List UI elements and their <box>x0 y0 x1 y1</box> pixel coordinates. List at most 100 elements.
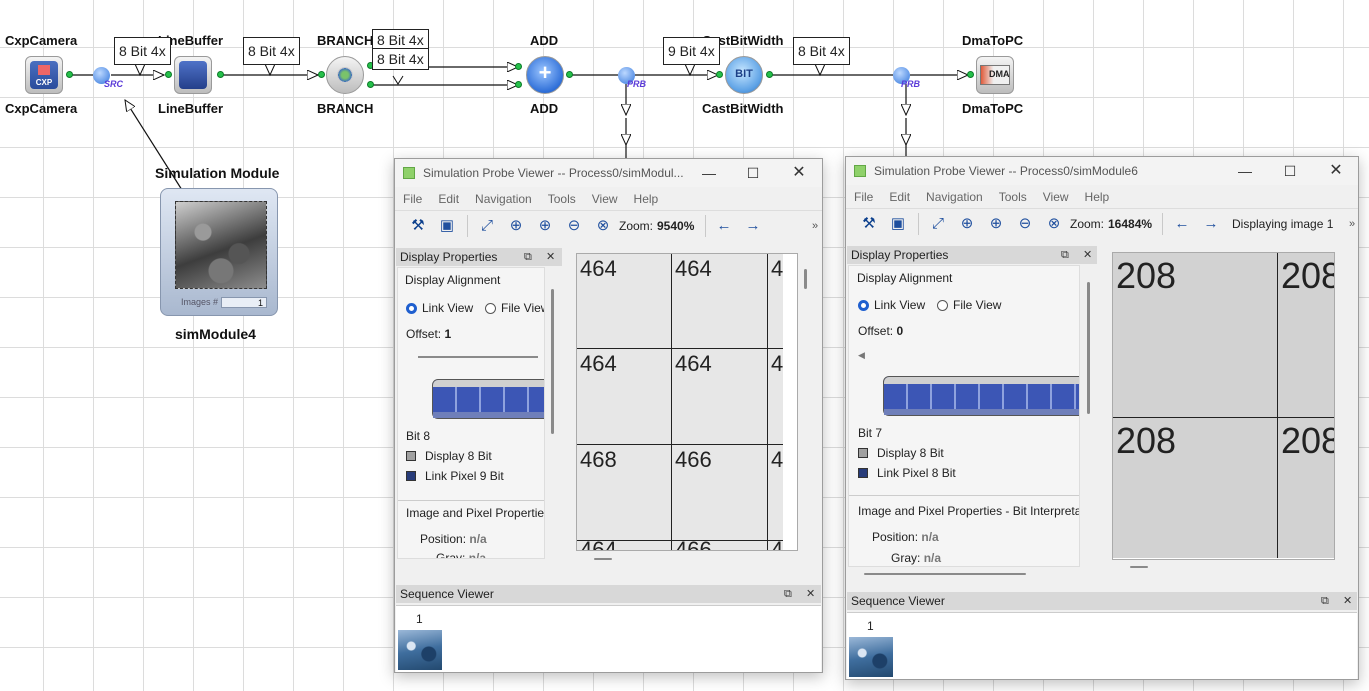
menu-help[interactable]: Help <box>634 189 659 209</box>
restore-icon[interactable]: ⧉ <box>524 248 532 266</box>
cast-bit-width-module[interactable]: BIT <box>725 56 763 94</box>
line-buffer-in-port[interactable] <box>165 71 172 78</box>
close-icon[interactable]: ✕ <box>1322 161 1350 181</box>
properties-scrollbar[interactable] <box>551 289 554 434</box>
file-view-radio[interactable]: File View <box>485 301 544 315</box>
minimize-icon[interactable]: — <box>695 163 723 183</box>
save-icon[interactable]: ▣ <box>889 215 907 233</box>
pixel-view[interactable]: 464 464 464 464 464 466 468 466 464 464 … <box>576 253 798 551</box>
offset-slider[interactable] <box>418 356 538 358</box>
position-row: Position: n/a <box>420 532 487 546</box>
close-icon[interactable]: ✕ <box>806 585 815 603</box>
cxp-camera-module[interactable]: CXP <box>25 56 63 94</box>
offset-slider-arrow-icon[interactable]: ◀ <box>858 350 865 361</box>
arrow-right-icon[interactable]: → <box>744 217 762 235</box>
divider <box>398 500 544 501</box>
zoom-close-icon[interactable]: ⊗ <box>594 217 612 235</box>
pixel-scrollbar-h[interactable] <box>1130 566 1148 568</box>
sim-images-label: Images # <box>181 297 219 307</box>
cast-bit-width-in-port[interactable] <box>716 71 723 78</box>
arrow-left-icon[interactable]: ← <box>715 217 733 235</box>
close-icon[interactable]: ✕ <box>1083 246 1092 264</box>
line-buffer-out-port[interactable] <box>217 71 224 78</box>
menu-help[interactable]: Help <box>1085 187 1110 207</box>
zoom-out-icon[interactable]: ⊖ <box>565 217 583 235</box>
save-icon[interactable]: ▣ <box>438 217 456 235</box>
zoom-reset-icon[interactable]: ⊕ <box>507 217 525 235</box>
menu-tools[interactable]: Tools <box>548 189 576 209</box>
menu-edit[interactable]: Edit <box>438 189 459 209</box>
legend-link: Link Pixel 9 Bit <box>406 469 504 483</box>
pixel-scrollbar-h[interactable] <box>594 558 612 560</box>
link-view-radio[interactable]: Link View <box>406 301 473 315</box>
arrow-left-icon[interactable]: ← <box>1173 215 1191 233</box>
close-icon[interactable]: ✕ <box>785 163 813 183</box>
probe-viewer-window-1[interactable]: Simulation Probe Viewer -- Process0/simM… <box>394 158 823 673</box>
cxp-camera-icon: CXP <box>30 61 58 89</box>
maximize-icon[interactable]: ☐ <box>739 163 767 183</box>
maximize-icon[interactable]: ☐ <box>1276 161 1304 181</box>
branch-in-port[interactable] <box>318 71 325 78</box>
more-icon[interactable]: » <box>1343 215 1361 233</box>
fit-icon[interactable]: ⤢ <box>929 215 947 233</box>
cast-bit-width-out-port[interactable] <box>766 71 773 78</box>
zoom-in-icon[interactable]: ⊕ <box>536 217 554 235</box>
minimize-icon[interactable]: — <box>1231 161 1259 181</box>
restore-icon[interactable]: ⧉ <box>1321 592 1329 610</box>
sim-module-bottom-label: simModule4 <box>175 326 256 342</box>
pixel-view[interactable]: 208 208 208 208 <box>1112 252 1335 560</box>
sim-module[interactable]: Images # 1 <box>160 188 278 316</box>
zoom-close-icon[interactable]: ⊗ <box>1045 215 1063 233</box>
close-icon[interactable]: ✕ <box>546 248 555 266</box>
sequence-thumbnail[interactable] <box>398 630 442 670</box>
properties-scrollbar-h[interactable] <box>864 573 1026 575</box>
dma-module[interactable]: DMA <box>976 56 1014 94</box>
zoom-out-icon[interactable]: ⊖ <box>1016 215 1034 233</box>
probe-viewer-window-2[interactable]: Simulation Probe Viewer -- Process0/simM… <box>845 156 1359 680</box>
line-buffer-module[interactable] <box>174 56 212 94</box>
add-in-port-2[interactable] <box>515 81 522 88</box>
add-out-port[interactable] <box>566 71 573 78</box>
settings-tools-icon[interactable]: ⚒ <box>409 217 427 235</box>
file-view-label: File View <box>953 298 1002 312</box>
branch-module[interactable] <box>326 56 364 94</box>
more-icon[interactable]: » <box>806 217 824 235</box>
menu-tools[interactable]: Tools <box>999 187 1027 207</box>
zoom-reset-icon[interactable]: ⊕ <box>958 215 976 233</box>
image-pixel-props-label: Image and Pixel Properties - Bit Interpr… <box>858 504 1080 518</box>
offset-value: 0 <box>896 324 904 338</box>
bit-label: Bit 8 <box>406 429 431 443</box>
restore-icon[interactable]: ⧉ <box>1061 246 1069 264</box>
sim-images-count: 1 <box>221 297 267 308</box>
pixel-cell: 208 <box>1278 418 1334 559</box>
titlebar[interactable]: Simulation Probe Viewer -- Process0/simM… <box>846 157 1358 185</box>
offset-value: 1 <box>444 327 452 341</box>
arrow-right-icon[interactable]: → <box>1202 215 1220 233</box>
fit-icon[interactable]: ⤢ <box>478 217 496 235</box>
close-icon[interactable]: ✕ <box>1343 592 1352 610</box>
titlebar[interactable]: Simulation Probe Viewer -- Process0/simM… <box>395 159 822 187</box>
menu-file[interactable]: File <box>403 189 422 209</box>
menu-navigation[interactable]: Navigation <box>926 187 983 207</box>
menu-view[interactable]: View <box>1043 187 1069 207</box>
dma-in-port[interactable] <box>967 71 974 78</box>
position-label: Position: <box>872 530 919 544</box>
cxp-camera-out-port[interactable] <box>66 71 73 78</box>
window-title: Simulation Probe Viewer -- Process0/simM… <box>874 164 1138 178</box>
legend-display: Display 8 Bit <box>858 446 944 460</box>
menu-view[interactable]: View <box>592 189 618 209</box>
pixel-scrollbar-v[interactable] <box>804 269 807 289</box>
restore-icon[interactable]: ⧉ <box>784 585 792 603</box>
add-in-port-1[interactable] <box>515 63 522 70</box>
branch-out-port-2[interactable] <box>367 81 374 88</box>
menu-edit[interactable]: Edit <box>889 187 910 207</box>
sequence-thumbnail[interactable] <box>849 637 893 677</box>
link-view-radio[interactable]: Link View <box>858 298 925 312</box>
file-view-radio[interactable]: File View <box>937 298 1001 312</box>
add-module[interactable]: + <box>526 56 564 94</box>
menu-file[interactable]: File <box>854 187 873 207</box>
settings-tools-icon[interactable]: ⚒ <box>860 215 878 233</box>
properties-scrollbar[interactable] <box>1087 282 1090 414</box>
zoom-in-icon[interactable]: ⊕ <box>987 215 1005 233</box>
menu-navigation[interactable]: Navigation <box>475 189 532 209</box>
